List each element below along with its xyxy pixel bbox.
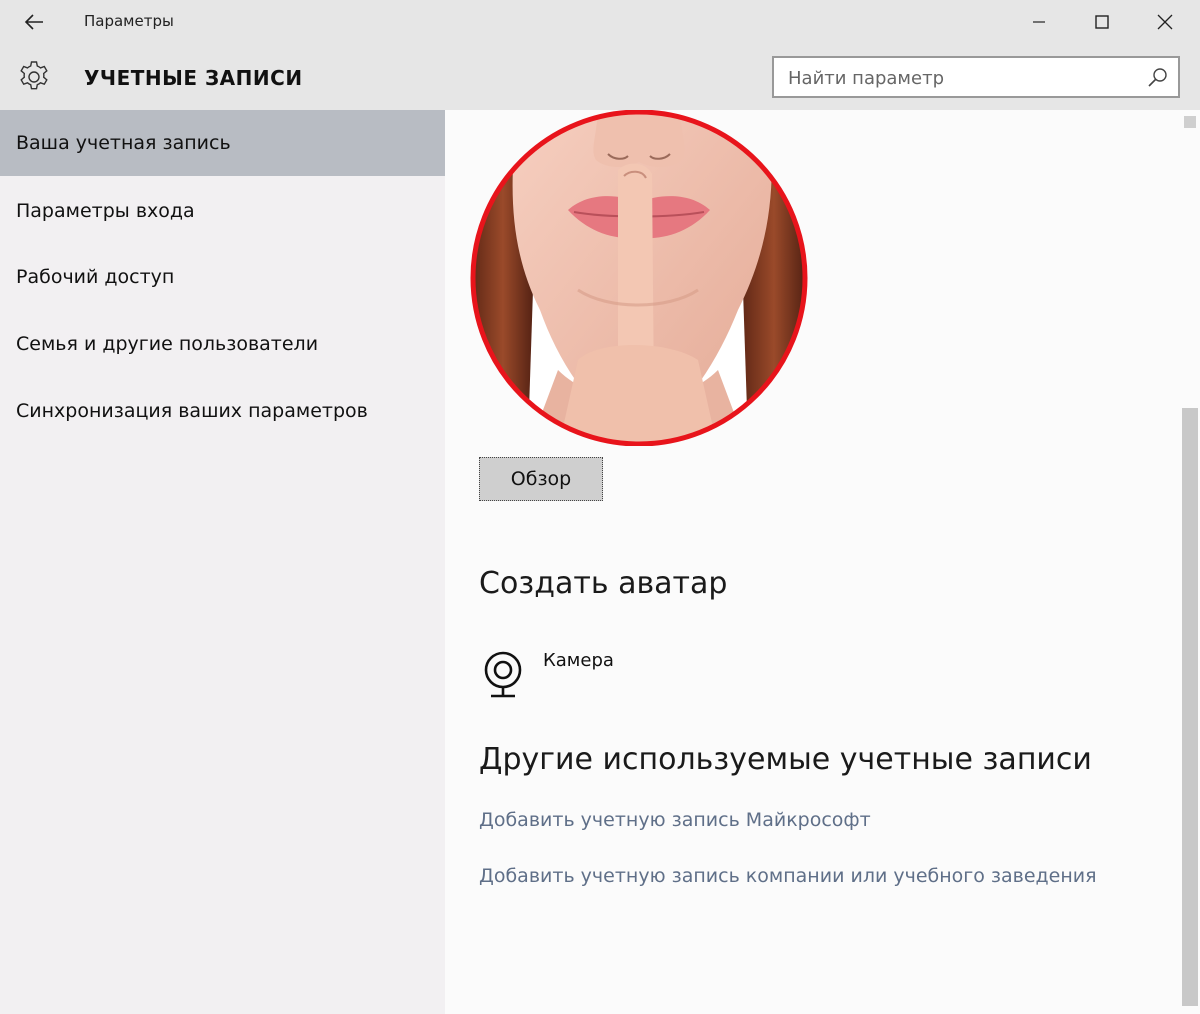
gear-icon xyxy=(20,61,48,90)
minimize-button[interactable] xyxy=(1008,0,1070,44)
camera-label: Камера xyxy=(543,650,614,671)
close-icon xyxy=(1157,14,1173,30)
sidebar: Ваша учетная запись Параметры входа Рабо… xyxy=(0,110,445,1014)
search-input[interactable] xyxy=(788,65,1128,91)
sidebar-item-sync-settings[interactable]: Синхронизация ваших параметров xyxy=(0,378,445,444)
scrollbar-arrow-up[interactable] xyxy=(1184,116,1196,128)
other-accounts-heading: Другие используемые учетные записи xyxy=(479,742,1092,777)
back-button[interactable] xyxy=(14,6,54,38)
sidebar-item-label: Ваша учетная запись xyxy=(16,132,231,154)
close-button[interactable] xyxy=(1134,0,1196,44)
sidebar-item-your-account[interactable]: Ваша учетная запись xyxy=(0,110,445,176)
back-arrow-icon xyxy=(24,14,43,30)
window-title: Параметры xyxy=(84,12,174,30)
page-header: УЧЕТНЫЕ ЗАПИСИ xyxy=(0,44,1200,110)
camera-option[interactable]: Камера xyxy=(479,644,679,700)
page-title: УЧЕТНЫЕ ЗАПИСИ xyxy=(84,66,303,90)
maximize-icon xyxy=(1095,15,1109,29)
account-avatar xyxy=(470,110,808,446)
sidebar-item-label: Параметры входа xyxy=(16,200,195,222)
add-work-school-account-link[interactable]: Добавить учетную запись компании или уче… xyxy=(479,865,1097,887)
minimize-icon xyxy=(1033,21,1045,23)
sidebar-item-family-other-users[interactable]: Семья и другие пользователи xyxy=(0,311,445,377)
add-microsoft-account-link[interactable]: Добавить учетную запись Майкрософт xyxy=(479,809,871,831)
sidebar-item-work-access[interactable]: Рабочий доступ xyxy=(0,244,445,310)
sidebar-item-label: Семья и другие пользователи xyxy=(16,333,319,355)
sidebar-item-sign-in-options[interactable]: Параметры входа xyxy=(0,178,445,244)
search-icon[interactable] xyxy=(1146,66,1170,90)
search-box[interactable] xyxy=(772,56,1180,98)
scrollbar-thumb[interactable] xyxy=(1182,408,1198,1006)
sidebar-item-label: Синхронизация ваших параметров xyxy=(16,400,368,422)
create-avatar-heading: Создать аватар xyxy=(479,566,728,601)
sidebar-item-label: Рабочий доступ xyxy=(16,266,175,288)
maximize-button[interactable] xyxy=(1071,0,1133,44)
webcam-icon xyxy=(484,651,522,698)
title-bar: Параметры xyxy=(0,0,1200,44)
browse-button[interactable]: Обзор xyxy=(479,457,603,501)
settings-window: Параметры УЧЕТНЫЕ ЗАПИСИ Найти параметр … xyxy=(0,0,1200,1014)
